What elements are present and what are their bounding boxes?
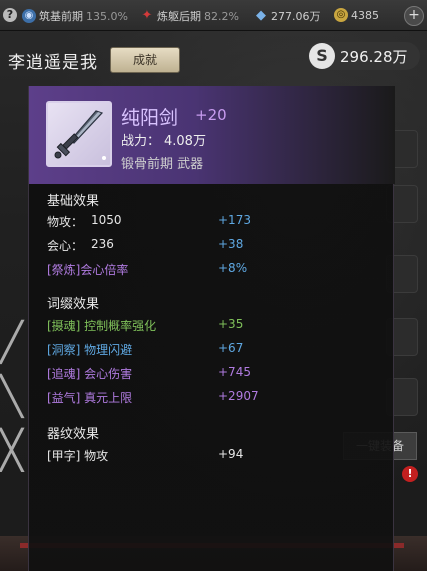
affix-row: [洞察] 物理闪避 +67	[47, 341, 387, 359]
section-title-affix: 词缀效果	[47, 297, 100, 312]
stat-realm[interactable]: ◉ 筑基前期 135.0%	[22, 8, 128, 24]
section-title-pattern: 器纹效果	[47, 427, 100, 442]
item-icon-frame	[46, 101, 112, 167]
pattern-bonus: +94	[218, 447, 244, 461]
player-name: 李逍遥是我	[8, 53, 98, 73]
item-power-label: 战力：	[121, 134, 161, 149]
calligraphy-decoration: ╱ ╲ ╳	[0, 320, 23, 472]
affix-row: [摄魂] 控制概率强化 +35	[47, 317, 387, 335]
stat-value: 1050	[91, 213, 122, 227]
achievement-button[interactable]: 成就	[110, 47, 180, 73]
affix-bonus: +2907	[218, 389, 259, 403]
pattern-label: [甲字] 物攻	[47, 449, 109, 463]
stat-realm-name: 筑基前期	[39, 10, 83, 23]
sword-icon	[54, 110, 106, 160]
stat-jade[interactable]: ◎ 4385	[334, 8, 379, 22]
stat-row: 物攻： 1050 +173	[47, 213, 387, 231]
spirit-stone-icon: ◆	[256, 8, 266, 23]
stat-body[interactable]: ✦ 炼躯后期 82.2%	[140, 8, 239, 24]
stat-label: [祭炼]会心倍率	[47, 263, 129, 277]
silver-coin-icon: S	[309, 43, 335, 69]
stat-realm-value: 135.0%	[86, 9, 128, 23]
pattern-row: [甲字] 物攻 +94	[47, 447, 387, 465]
body-rune-icon: ✦	[141, 8, 153, 23]
item-header: 纯阳剑 +20 战力： 4.08万 锻骨前期 武器	[29, 86, 395, 184]
stat-row: 会心： 236 +38	[47, 237, 387, 255]
notification-badge[interactable]: !	[402, 466, 418, 482]
affix-label: [摄魂] 控制概率强化	[47, 319, 157, 333]
affix-bonus: +745	[218, 365, 251, 379]
stat-bonus: +8%	[218, 261, 248, 275]
affix-row: [追魂] 会心伤害 +745	[47, 365, 387, 383]
stat-label: 会心：	[47, 239, 84, 253]
stat-spirit-stone-value: 277.06万	[271, 10, 321, 23]
item-power-value: 4.08万	[164, 134, 206, 149]
affix-label: [追魂] 会心伤害	[47, 367, 133, 381]
affix-row: [益气] 真元上限 +2907	[47, 389, 387, 407]
item-enhance-level: +20	[195, 106, 227, 124]
stat-bonus: +173	[218, 213, 251, 227]
stat-value: 236	[91, 237, 114, 251]
status-bar: ? ◉ 筑基前期 135.0% ✦ 炼躯后期 82.2% ◆ 277.06万 ◎…	[0, 0, 427, 31]
stat-row: [祭炼]会心倍率 +8%	[47, 261, 387, 279]
section-title-basic: 基础效果	[47, 194, 100, 209]
stat-label: 物攻：	[47, 215, 84, 229]
currency-display[interactable]: S 296.28万	[308, 42, 420, 70]
affix-bonus: +67	[218, 341, 244, 355]
currency-amount: 296.28万	[340, 47, 408, 66]
add-currency-button[interactable]: +	[404, 6, 424, 26]
affix-bonus: +35	[218, 317, 244, 331]
affix-label: [益气] 真元上限	[47, 391, 133, 405]
affix-label: [洞察] 物理闪避	[47, 343, 133, 357]
stat-body-name: 炼躯后期	[157, 10, 201, 23]
item-realm-type: 锻骨前期 武器	[121, 157, 204, 172]
item-name: 纯阳剑	[121, 107, 179, 129]
stat-bonus: +38	[218, 237, 244, 251]
item-tooltip: 纯阳剑 +20 战力： 4.08万 锻骨前期 武器 基础效果 物攻： 1050 …	[28, 86, 395, 571]
game-screen: ? ◉ 筑基前期 135.0% ✦ 炼躯后期 82.2% ◆ 277.06万 ◎…	[0, 0, 427, 571]
stat-spirit-stone[interactable]: ◆ 277.06万	[254, 8, 321, 24]
stat-body-value: 82.2%	[204, 9, 239, 23]
stat-jade-value: 4385	[351, 8, 379, 22]
realm-orb-icon: ◉	[22, 9, 36, 23]
help-icon[interactable]: ?	[3, 8, 17, 22]
jade-coin-icon: ◎	[334, 8, 348, 22]
